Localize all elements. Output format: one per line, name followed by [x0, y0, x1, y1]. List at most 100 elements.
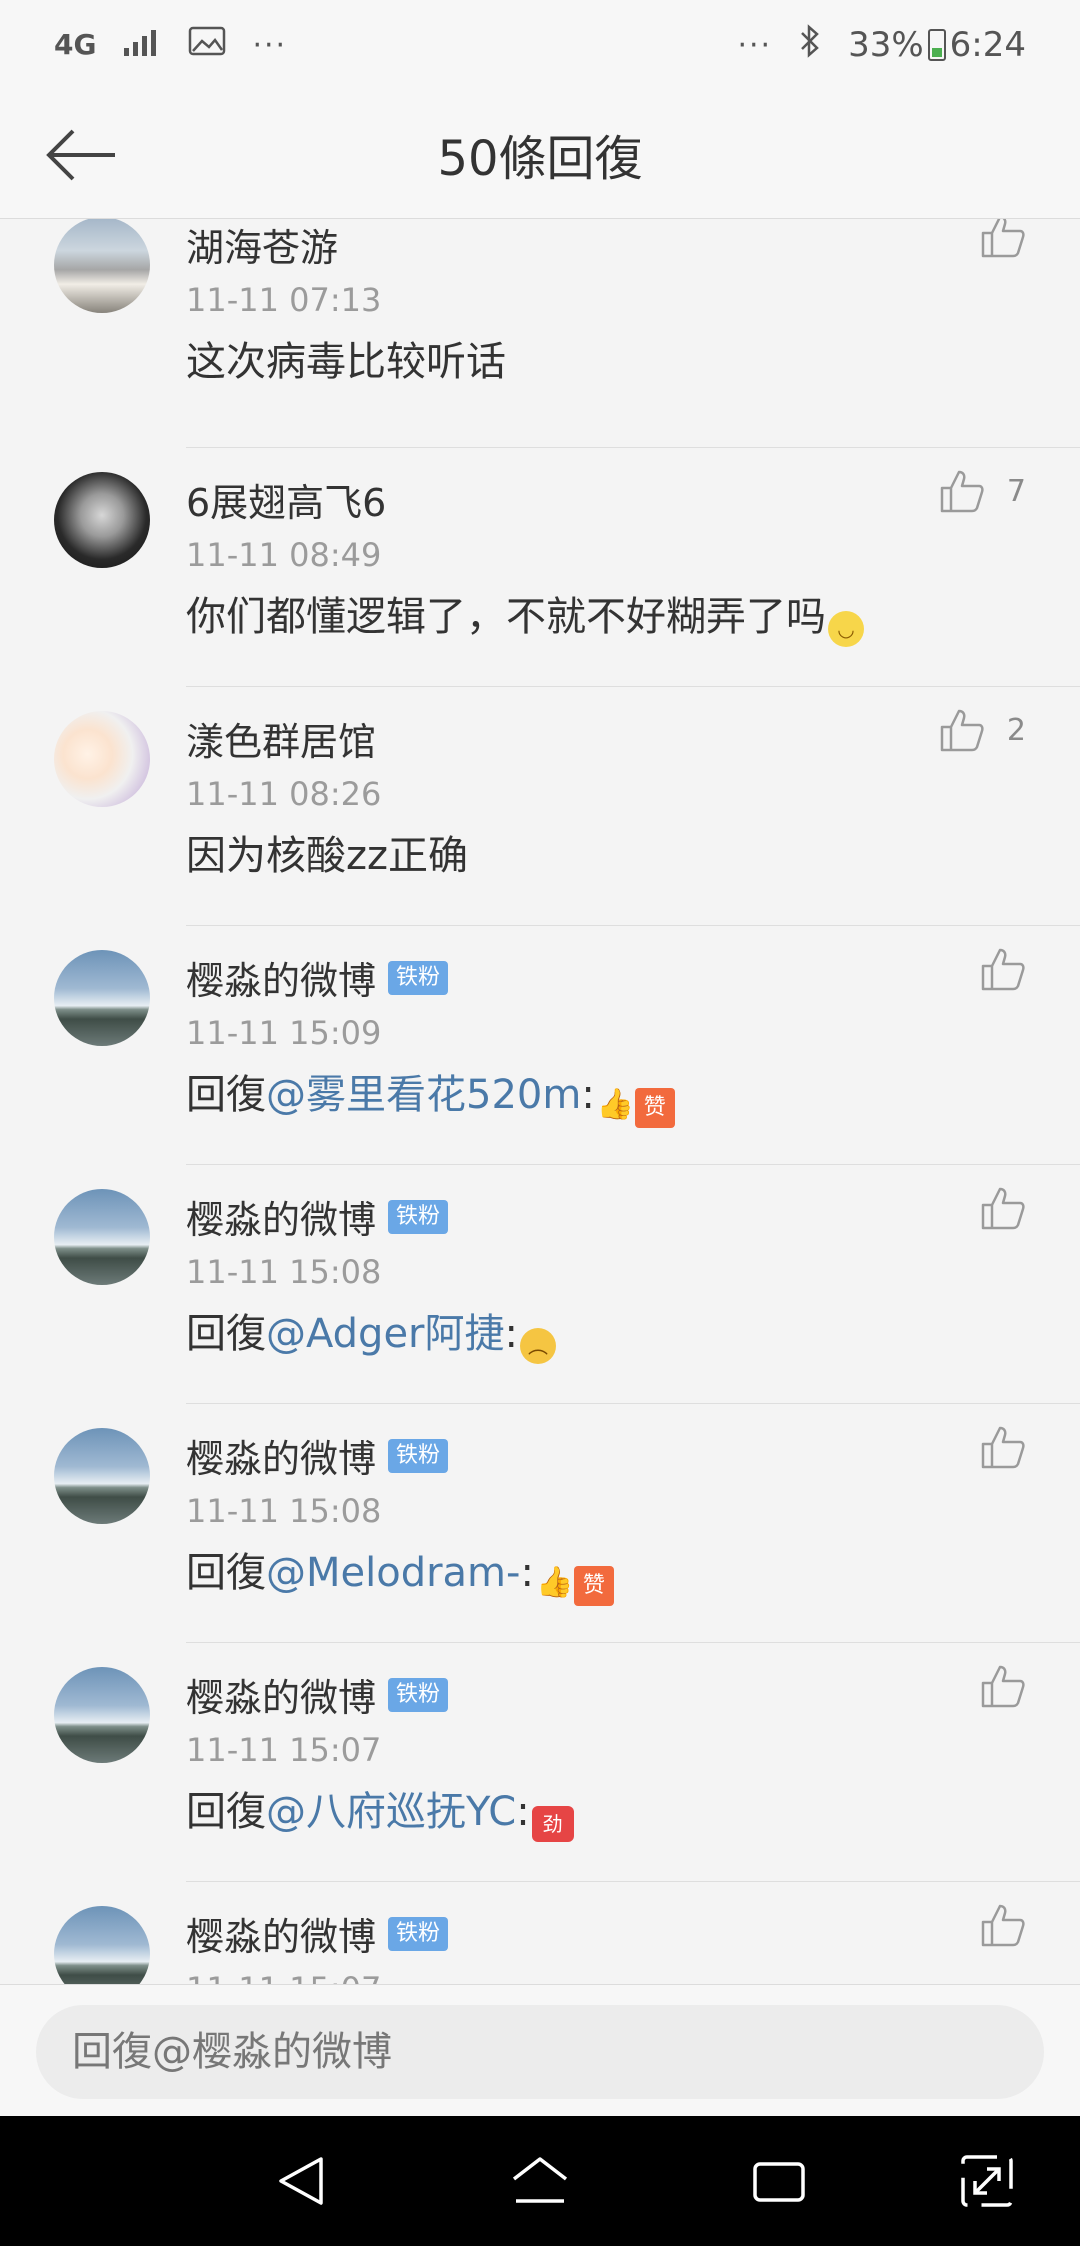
like-count: 2: [1006, 712, 1026, 748]
username-row: 樱淼的微博 铁粉: [186, 1189, 449, 1244]
avatar[interactable]: [54, 219, 150, 313]
fan-badge: 铁粉: [388, 1916, 449, 1951]
thumbs-up-outline-icon: [940, 470, 984, 513]
expand-icon: [961, 2155, 1013, 2207]
timestamp: 11-11 07:13: [186, 281, 382, 319]
comment-item: 6展翅高飞6 11-11 08:49 你们都懂逻辑了，不就不好糊弄了吗 ◡ 7: [0, 448, 1080, 687]
nav-home-button[interactable]: [505, 2146, 575, 2216]
battery-group: 33% 6:24: [848, 25, 1026, 65]
battery-icon: [927, 29, 946, 61]
username[interactable]: 6展翅高飞6: [186, 472, 386, 527]
like-button[interactable]: [980, 1185, 1026, 1231]
timestamp: 11-11 15:09: [186, 1014, 382, 1052]
fan-badge: 铁粉: [388, 960, 449, 995]
like-button[interactable]: 2: [939, 707, 1026, 753]
more-notifications: ···: [252, 27, 288, 63]
username[interactable]: 湖海苍游: [186, 219, 338, 272]
image-icon: [188, 25, 226, 65]
like-button[interactable]: [980, 946, 1026, 992]
thumbs-up-outline-icon: [981, 1426, 1025, 1469]
comment-text: 这次病毒比较听话: [186, 329, 506, 387]
avatar[interactable]: [54, 1667, 150, 1763]
comment-item: 樱淼的微博 铁粉 11-11 15:09 回復@雾里看花520m:👍 赞: [0, 926, 1080, 1165]
zan-stamp-icon: 赞: [573, 1566, 614, 1606]
smile-emoji-icon: ◡: [828, 611, 864, 647]
comment-item: 樱淼的微博 铁粉 11-11 15:08 回復@Melodram-:👍 赞: [0, 1404, 1080, 1643]
username-row: 樱淼的微博 铁粉: [186, 1906, 449, 1961]
bluetooth-icon: [798, 23, 822, 67]
username[interactable]: 樱淼的微博: [186, 1906, 376, 1961]
username[interactable]: 樱淼的微博: [186, 950, 376, 1005]
username-row: 6展翅高飞6: [186, 472, 386, 527]
status-right: ··· 33% 6:24: [737, 23, 1026, 67]
thumbs-up-emoji-icon: 👍: [596, 1087, 635, 1122]
timestamp: 11-11 08:49: [186, 536, 382, 574]
username[interactable]: 樱淼的微博: [186, 1667, 376, 1722]
avatar[interactable]: [54, 472, 150, 568]
nav-back-button[interactable]: [266, 2146, 336, 2216]
like-button[interactable]: [980, 219, 1026, 259]
comment-text: 回復@八府巡抚YC: 劲: [186, 1779, 574, 1842]
like-count: 7: [1006, 473, 1026, 509]
jiayou-stamp-icon: 劲: [531, 1806, 574, 1842]
timestamp: 11-11 15:07: [186, 1970, 381, 1984]
status-bar: 4G ··· ··· 33% 6:24: [0, 0, 1080, 90]
thumbs-up-emoji-icon: 👍: [535, 1565, 574, 1600]
timestamp: 11-11 08:26: [186, 775, 382, 813]
comment-text: 回復@Melodram-:👍 赞: [186, 1540, 614, 1606]
username[interactable]: 樱淼的微博: [186, 1428, 376, 1483]
thumbs-up-outline-icon: [981, 219, 1025, 258]
fan-badge: 铁粉: [388, 1199, 449, 1234]
comment-item: 樱淼的微博 铁粉 11-11 15:07: [0, 1882, 1080, 1984]
mention-link[interactable]: @Melodram-: [266, 1550, 520, 1596]
comment-body: 你们都懂逻辑了，不就不好糊弄了吗: [186, 594, 826, 640]
reply-prefix: 回復: [186, 1311, 266, 1357]
thumbs-up-outline-icon: [940, 709, 984, 752]
reply-prefix: 回復: [186, 1550, 266, 1596]
like-button[interactable]: [980, 1902, 1026, 1948]
comment-item: 湖海苍游 11-11 07:13 这次病毒比较听话: [0, 219, 1080, 448]
comment-body: 因为核酸zz正确: [186, 833, 468, 879]
comment-text: 你们都懂逻辑了，不就不好糊弄了吗 ◡: [186, 584, 864, 647]
zan-stamp-icon: 赞: [634, 1088, 675, 1128]
username[interactable]: 漾色群居馆: [186, 711, 376, 766]
status-left: 4G ···: [54, 25, 287, 65]
avatar[interactable]: [54, 1189, 150, 1285]
thumbs-up-outline-icon: [981, 948, 1025, 991]
username-row: 樱淼的微博 铁粉: [186, 950, 449, 1005]
reply-input[interactable]: [36, 2005, 1044, 2099]
nav-recents-button[interactable]: [744, 2146, 814, 2216]
comment-text: 回復@Adger阿捷: ︵: [186, 1301, 556, 1364]
username-row: 湖海苍游: [186, 219, 338, 272]
like-button[interactable]: [980, 1424, 1026, 1470]
back-arrow-icon: [46, 129, 115, 181]
back-button[interactable]: [36, 120, 126, 190]
avatar[interactable]: [54, 1428, 150, 1524]
mention-link[interactable]: @八府巡抚YC: [266, 1789, 516, 1835]
like-button[interactable]: [980, 1663, 1026, 1709]
nav-expand-button[interactable]: [952, 2146, 1022, 2216]
comment-item: 樱淼的微博 铁粉 11-11 15:08 回復@Adger阿捷: ︵: [0, 1165, 1080, 1404]
signal-icon: [122, 25, 162, 65]
reply-prefix: 回復: [186, 1789, 266, 1835]
like-button[interactable]: 7: [939, 468, 1026, 514]
thumbs-up-outline-icon: [981, 1187, 1025, 1230]
avatar[interactable]: [54, 711, 150, 807]
reply-prefix: 回復: [186, 1072, 266, 1118]
username[interactable]: 樱淼的微博: [186, 1189, 376, 1244]
thumbs-up-outline-icon: [981, 1665, 1025, 1708]
comment-list[interactable]: 湖海苍游 11-11 07:13 这次病毒比较听话 6展翅高飞6 11-11 0…: [0, 219, 1080, 1984]
thumbs-up-outline-icon: [981, 1904, 1025, 1947]
comment-item: 樱淼的微博 铁粉 11-11 15:07 回復@八府巡抚YC: 劲: [0, 1643, 1080, 1882]
reply-colon: :: [516, 1789, 530, 1835]
mention-link[interactable]: @雾里看花520m: [266, 1072, 581, 1118]
header: 50條回復: [0, 90, 1080, 219]
home-icon: [512, 2157, 568, 2203]
fan-badge: 铁粉: [388, 1438, 449, 1473]
avatar[interactable]: [54, 950, 150, 1046]
system-nav-bar: [0, 2116, 1080, 2246]
mention-link[interactable]: @Adger阿捷: [266, 1311, 505, 1357]
fan-badge: 铁粉: [388, 1677, 449, 1712]
timestamp: 11-11 15:08: [186, 1253, 382, 1291]
avatar[interactable]: [54, 1906, 150, 1984]
